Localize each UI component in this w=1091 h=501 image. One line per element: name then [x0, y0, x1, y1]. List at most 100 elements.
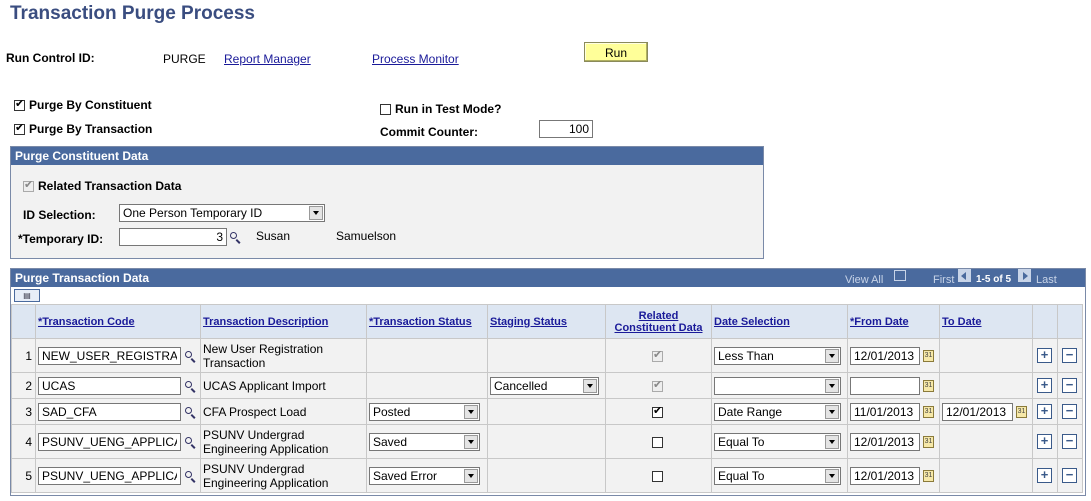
purge-by-transaction-checkbox[interactable] — [14, 122, 25, 136]
related-transaction-data-option: Related Transaction Data — [23, 179, 181, 193]
chevron-down-icon — [825, 405, 839, 419]
transaction-status-dropdown[interactable]: Saved — [369, 433, 480, 451]
plus-icon[interactable]: + — [1037, 348, 1052, 363]
run-in-test-mode-checkbox[interactable] — [380, 104, 391, 116]
purge-by-transaction-label: Purge By Transaction — [29, 122, 153, 136]
from-date-header[interactable]: *From Date — [847, 304, 940, 339]
transaction-code-field[interactable] — [38, 377, 181, 395]
date-selection-dropdown[interactable]: Equal To — [714, 467, 841, 485]
previous-icon[interactable] — [958, 269, 971, 282]
plus-icon[interactable]: + — [1037, 468, 1052, 483]
calendar-icon[interactable]: 31 — [923, 436, 934, 448]
date-selection-dropdown[interactable]: Less Than — [714, 347, 841, 365]
date-selection-dropdown[interactable]: Date Range — [714, 403, 841, 421]
magnifier-icon[interactable] — [184, 380, 197, 393]
purge-transaction-header: Purge Transaction Data — [11, 269, 1085, 287]
plus-icon[interactable]: + — [1037, 378, 1052, 393]
from-date-field[interactable] — [850, 467, 920, 485]
minus-icon[interactable]: − — [1062, 378, 1077, 393]
transaction-description-line1: CFA Prospect Load — [203, 404, 307, 419]
minus-icon[interactable]: − — [1062, 468, 1077, 483]
id-selection-dropdown[interactable]: One Person Temporary ID — [119, 204, 325, 222]
next-icon[interactable] — [1018, 269, 1031, 282]
transaction-description-header[interactable]: Transaction Description — [200, 304, 367, 339]
row-number-header — [11, 304, 36, 339]
page-title: Transaction Purge Process — [10, 3, 255, 24]
calendar-icon[interactable]: 31 — [923, 380, 934, 392]
from-date-field[interactable] — [850, 403, 920, 421]
related-constituent-checkbox[interactable] — [652, 471, 663, 482]
grid-toolbar-icon[interactable]: ▤ — [14, 289, 40, 302]
from-date-field[interactable] — [850, 377, 920, 395]
magnifier-icon[interactable] — [229, 231, 242, 244]
transaction-description-line1: PSUNV Undergrad — [203, 461, 305, 476]
id-selection-value: One Person Temporary ID — [123, 206, 263, 220]
commit-counter-field[interactable] — [539, 120, 593, 138]
to-date-header[interactable]: To Date — [939, 304, 1033, 339]
chevron-down-icon — [464, 469, 478, 483]
calendar-icon[interactable]: 31 — [923, 406, 934, 418]
related-constituent-checkbox[interactable] — [652, 437, 663, 448]
table-row: 4 PSUNV UndergradEngineering Application S… — [11, 424, 1083, 459]
add-row-header — [1032, 304, 1058, 339]
minus-icon[interactable]: − — [1062, 434, 1077, 449]
row-number: 3 — [25, 404, 32, 419]
date-selection-dropdown[interactable] — [714, 377, 841, 395]
related-header-line2: Constituent Data — [614, 321, 703, 334]
magnifier-icon[interactable] — [184, 436, 197, 449]
chevron-down-icon — [825, 349, 839, 363]
temporary-id-label: *Temporary ID: — [18, 232, 104, 246]
view-all-link[interactable]: View All — [845, 274, 883, 286]
from-date-field[interactable] — [850, 347, 920, 365]
magnifier-icon[interactable] — [184, 470, 197, 483]
row-range: 1-5 of 5 — [976, 274, 1012, 285]
table-row: 5 PSUNV UndergradEngineering Application S… — [11, 458, 1083, 493]
from-date-field[interactable] — [850, 433, 920, 451]
transaction-code-header[interactable]: *Transaction Code — [35, 304, 201, 339]
run-in-test-mode-option[interactable]: Run in Test Mode? — [380, 102, 501, 116]
magnifier-icon[interactable] — [184, 406, 197, 419]
transaction-code-field[interactable] — [38, 403, 181, 421]
purge-by-constituent-option[interactable]: Purge By Constituent — [14, 98, 152, 112]
related-transaction-data-label: Related Transaction Data — [38, 179, 182, 193]
table-row: 3 CFA Prospect Load Posted Date Range 31 31 +− — [11, 398, 1083, 425]
related-constituent-data-header[interactable]: Related Constituent Data — [605, 304, 712, 339]
staging-status-header[interactable]: Staging Status — [487, 304, 606, 339]
transaction-code-field[interactable] — [38, 467, 181, 485]
table-row: 2 UCAS Applicant Import Cancelled 31 +− — [11, 372, 1083, 399]
related-constituent-checkbox[interactable] — [652, 405, 663, 418]
to-date-field[interactable] — [942, 403, 1013, 421]
transaction-status-value: Saved — [373, 435, 408, 449]
purge-by-transaction-option[interactable]: Purge By Transaction — [14, 122, 152, 136]
transaction-grid: *Transaction Code Transaction Descriptio… — [11, 304, 1083, 493]
date-selection-header[interactable]: Date Selection — [711, 304, 848, 339]
transaction-code-field[interactable] — [38, 433, 181, 451]
grid-personalize-icon[interactable] — [894, 270, 906, 281]
calendar-icon[interactable]: 31 — [923, 470, 934, 482]
calendar-icon[interactable]: 31 — [1016, 406, 1027, 418]
purge-transaction-title: Purge Transaction Data — [15, 271, 150, 285]
calendar-icon[interactable]: 31 — [923, 350, 934, 362]
plus-icon[interactable]: + — [1037, 404, 1052, 419]
transaction-status-dropdown[interactable]: Posted — [369, 403, 480, 421]
last-label: Last — [1036, 274, 1057, 286]
transaction-description-line2: Transaction — [203, 355, 266, 370]
minus-icon[interactable]: − — [1062, 348, 1077, 363]
staging-status-dropdown[interactable]: Cancelled — [490, 377, 599, 395]
plus-icon[interactable]: + — [1037, 434, 1052, 449]
transaction-status-header[interactable]: *Transaction Status — [366, 304, 488, 339]
process-monitor-link[interactable]: Process Monitor — [372, 52, 459, 66]
run-control-value: PURGE — [163, 52, 206, 66]
run-button[interactable]: Run — [584, 42, 648, 62]
transaction-description-line2: Engineering Application — [203, 441, 329, 456]
purge-by-constituent-checkbox[interactable] — [14, 98, 25, 112]
transaction-status-dropdown[interactable]: Saved Error — [369, 467, 480, 485]
magnifier-icon[interactable] — [184, 350, 197, 363]
transaction-status-value: Posted — [373, 405, 411, 419]
minus-icon[interactable]: − — [1062, 404, 1077, 419]
related-transaction-data-checkbox — [23, 179, 34, 193]
report-manager-link[interactable]: Report Manager — [224, 52, 311, 66]
date-selection-dropdown[interactable]: Equal To — [714, 433, 841, 451]
temporary-id-field[interactable] — [119, 228, 227, 246]
transaction-code-field[interactable] — [38, 347, 181, 365]
